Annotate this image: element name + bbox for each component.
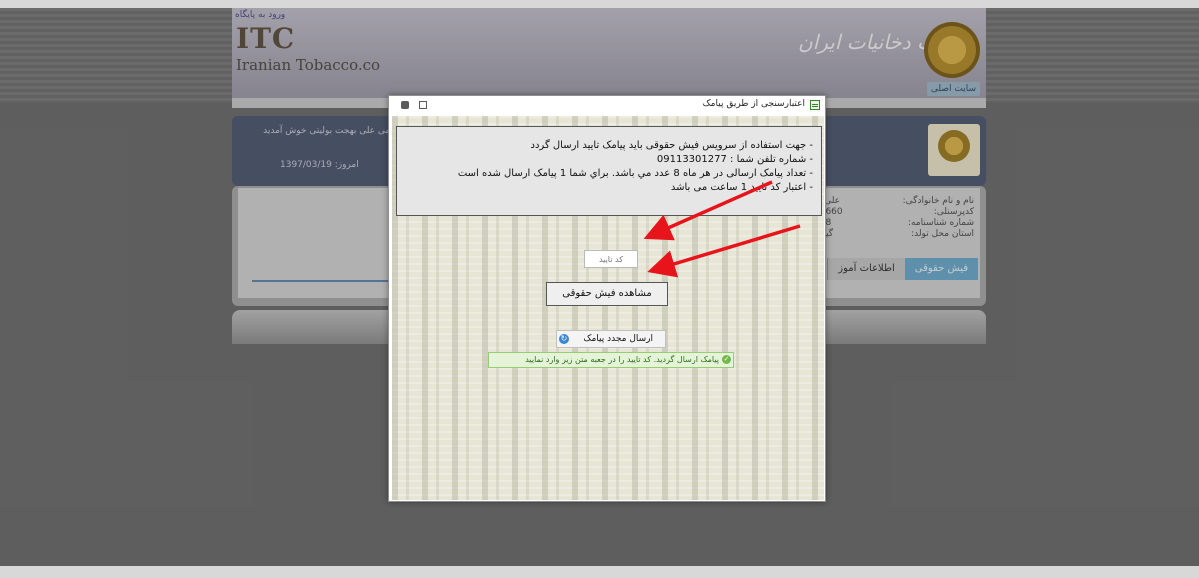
- info-line: - اعتبار کد تایید 1 ساعت می باشد: [670, 182, 813, 193]
- resend-sms-button[interactable]: ↻ ارسال مجدد پیامک: [556, 330, 666, 348]
- page-top-strip: [0, 0, 1199, 8]
- refresh-icon: ↻: [559, 334, 569, 344]
- info-row-personnel-code: کدپرسنلی: 11660: [814, 207, 974, 218]
- info-label: نام و نام خانوادگی:: [902, 196, 974, 206]
- logo-subtitle: Iranian Tobacco.co: [236, 56, 381, 74]
- today-date: امروز: 1397/03/19: [280, 160, 359, 170]
- info-row-birth-province: استان محل تولد: گیلان: [814, 229, 974, 240]
- sms-icon: [810, 100, 820, 110]
- resend-sms-label: ارسال مجدد پیامک: [583, 334, 653, 344]
- main-site-button[interactable]: سایت اصلی: [926, 82, 980, 96]
- verification-code-input[interactable]: [584, 250, 638, 268]
- close-icon[interactable]: [401, 101, 409, 109]
- page-bottom-strip: [0, 566, 1199, 578]
- welcome-text: گرامی علی بهجت بولیتی خوش آمدید: [263, 126, 402, 136]
- info-label: شماره شناسنامه:: [907, 218, 974, 228]
- success-message-text: پیامک ارسال گردید. کد تایید را در جعبه م…: [525, 355, 719, 364]
- dialog-body: - جهت استفاده از سرویس فیش حقوقی باید پی…: [392, 116, 824, 500]
- tab-payslip[interactable]: فیش حقوقی: [904, 258, 978, 280]
- check-icon: ✓: [722, 355, 731, 364]
- tabs: فیش حقوقی اطلاعات آموز: [827, 258, 978, 280]
- maximize-icon[interactable]: [419, 101, 427, 109]
- info-row-name: نام و نام خانوادگی: علی به: [814, 196, 974, 207]
- info-row-id-number: شماره شناسنامه: 198: [814, 218, 974, 229]
- info-box: - جهت استفاده از سرویس فیش حقوقی باید پی…: [396, 126, 822, 216]
- info-label: کدپرسنلی:: [933, 207, 974, 217]
- left-content-box: [242, 194, 402, 286]
- dialog-title: اعتبارسنجی از طریق پیامک: [702, 99, 805, 109]
- left-divider: [252, 280, 404, 282]
- info-line: - جهت استفاده از سرویس فیش حقوقی باید پی…: [530, 140, 813, 151]
- company-emblem-icon: [924, 22, 980, 78]
- sms-verification-dialog: اعتبارسنجی از طریق پیامک - جهت استفاده ا…: [388, 95, 826, 502]
- success-message: ✓ پیامک ارسال گردید. کد تایید را در جعبه…: [488, 352, 734, 368]
- view-payslip-button[interactable]: مشاهده فیش حقوقی: [546, 282, 668, 306]
- info-line: - شماره تلفن شما : 09113301277: [656, 154, 813, 165]
- site-header: ورود به پایگاه ITC Iranian Tobacco.co شر…: [232, 8, 986, 98]
- user-info-table: نام و نام خانوادگی: علی به کدپرسنلی: 116…: [814, 196, 974, 240]
- logo-title: ITC: [236, 22, 296, 55]
- info-label: استان محل تولد:: [911, 229, 974, 239]
- login-link[interactable]: ورود به پایگاه: [235, 10, 285, 20]
- info-line: - تعداد پیامک ارسالی در هر ماه 8 عدد مي …: [457, 168, 813, 179]
- user-emblem-icon: [928, 124, 980, 176]
- dialog-titlebar[interactable]: اعتبارسنجی از طریق پیامک: [389, 96, 825, 114]
- tab-education-info[interactable]: اطلاعات آموز: [827, 258, 905, 280]
